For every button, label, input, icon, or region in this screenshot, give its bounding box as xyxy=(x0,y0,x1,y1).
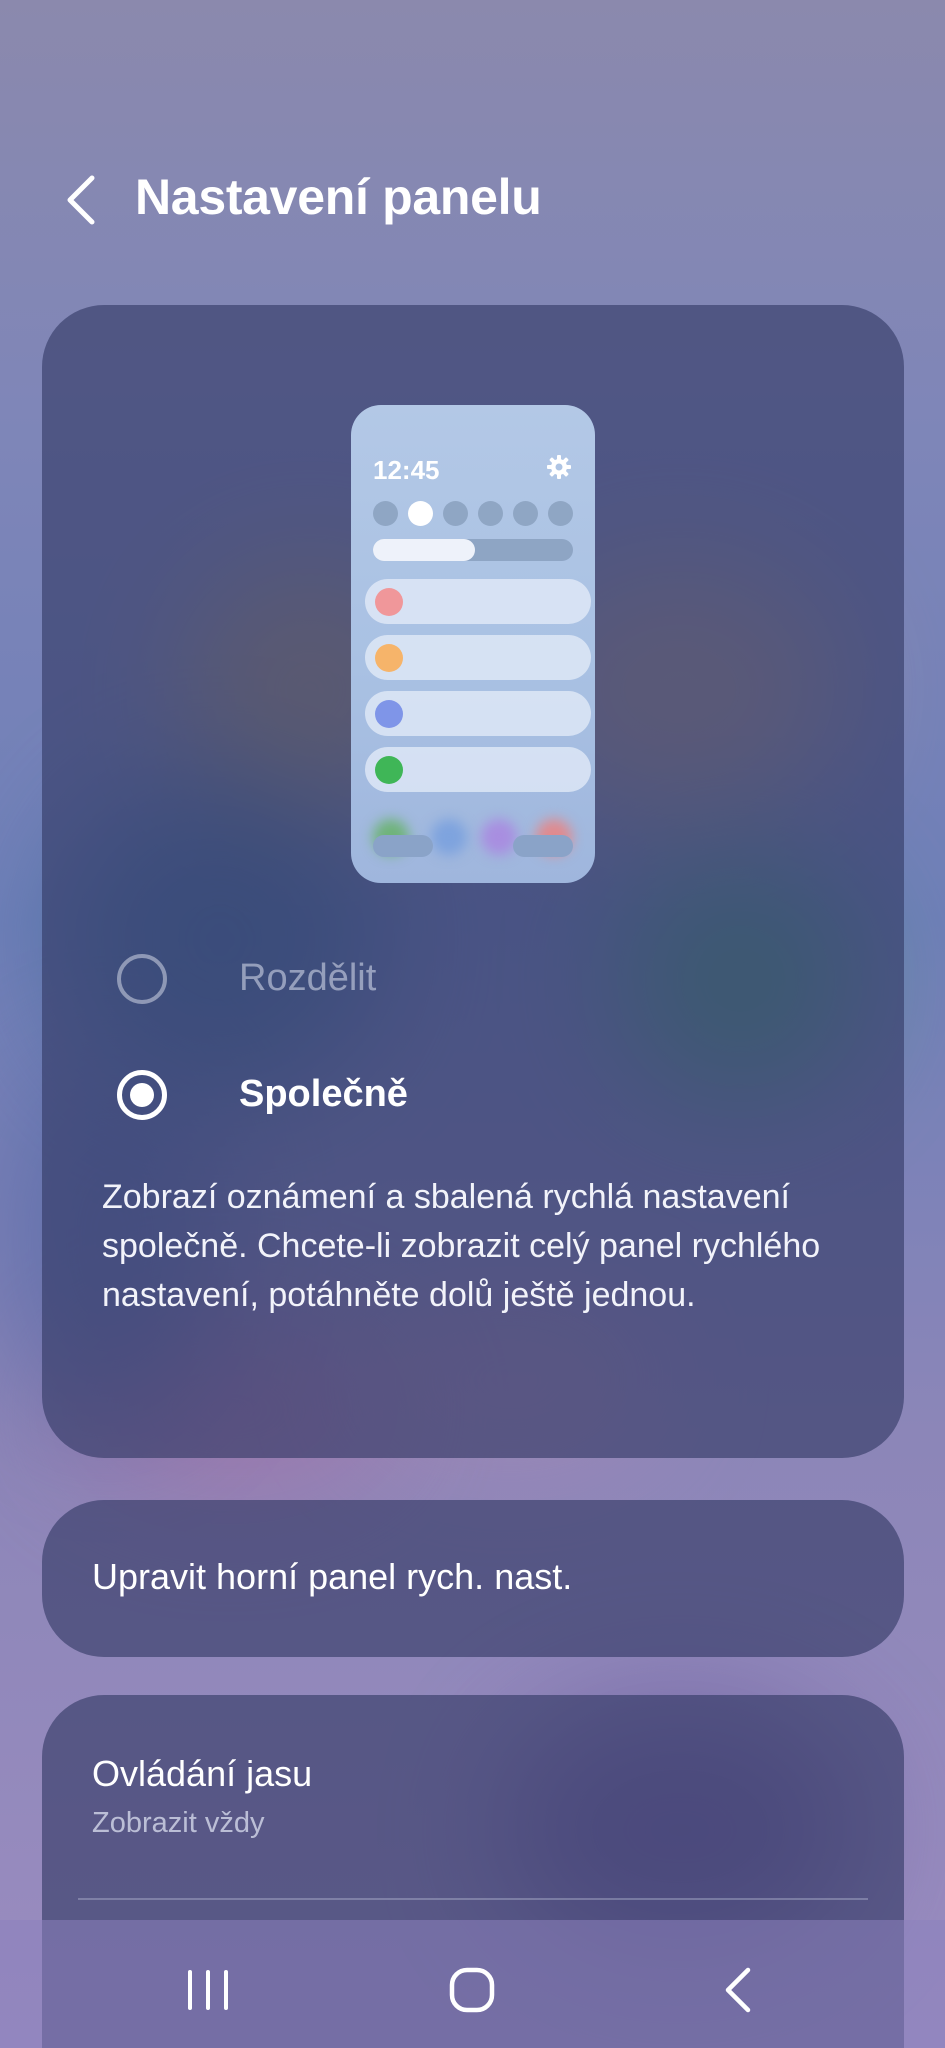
list-divider xyxy=(78,1898,868,1900)
page-title: Nastavení panelu xyxy=(135,169,542,225)
radio-button-unchecked[interactable] xyxy=(117,954,167,1004)
back-nav-button[interactable] xyxy=(710,1960,770,2020)
gear-icon xyxy=(547,455,571,479)
back-button[interactable] xyxy=(58,170,108,230)
preview-notification xyxy=(365,691,591,736)
navigation-bar xyxy=(0,1920,945,2048)
radio-button-checked[interactable] xyxy=(117,1070,167,1120)
preview-brightness-slider xyxy=(373,539,573,561)
edit-top-panel-label: Upravit horní panel rych. nast. xyxy=(92,1556,573,1597)
app-header: Nastavení panelu xyxy=(0,150,945,250)
panel-preview-illustration: 12:45 xyxy=(351,405,595,883)
preview-quick-toggles xyxy=(373,501,573,527)
preview-notification xyxy=(365,635,591,680)
preview-notification xyxy=(365,579,591,624)
option-together[interactable]: Společně xyxy=(42,1049,904,1139)
option-split[interactable]: Rozdělit xyxy=(42,933,904,1023)
preview-chip xyxy=(513,835,573,857)
chevron-left-icon xyxy=(67,175,95,225)
edit-top-panel-item[interactable]: Upravit horní panel rych. nast. xyxy=(42,1500,904,1657)
option-label: Společně xyxy=(239,1073,408,1115)
recents-button[interactable] xyxy=(178,1960,238,2020)
preview-time: 12:45 xyxy=(373,455,440,485)
preview-chip xyxy=(373,835,433,857)
home-button[interactable] xyxy=(442,1960,502,2020)
brightness-control-subtitle: Zobrazit vždy xyxy=(92,1807,265,1839)
option-description: Zobrazí oznámení a sbalená rychlá nastav… xyxy=(102,1178,821,1314)
recents-icon xyxy=(188,1970,228,2010)
preview-notification xyxy=(365,747,591,792)
brightness-control-title: Ovládání jasu xyxy=(92,1753,313,1794)
panel-mode-card: 12:45 Rozdělit Společně Zobrazí oznámení… xyxy=(42,305,904,1458)
option-label: Rozdělit xyxy=(239,957,377,999)
home-icon xyxy=(449,1967,495,2013)
back-icon xyxy=(725,1967,751,2013)
